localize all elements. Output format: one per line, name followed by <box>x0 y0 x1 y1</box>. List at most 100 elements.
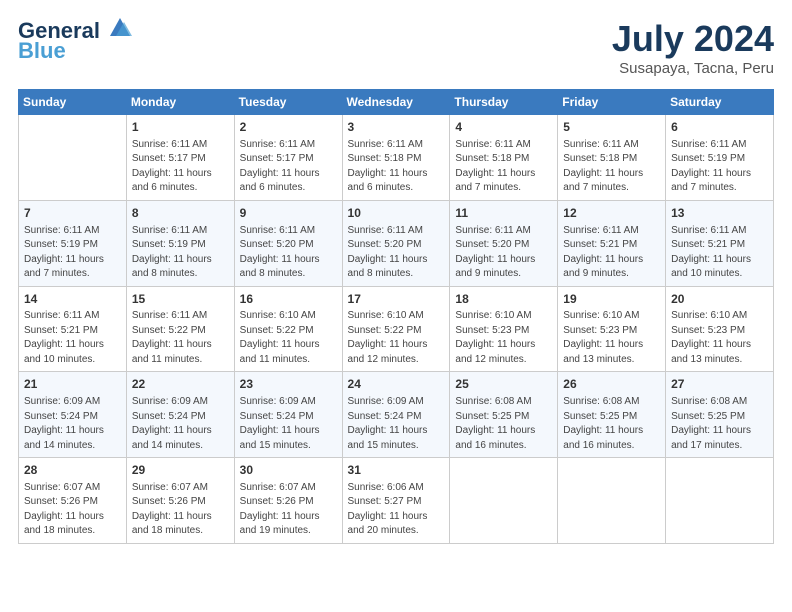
col-header-friday: Friday <box>558 90 666 115</box>
calendar-cell: 10Sunrise: 6:11 AMSunset: 5:20 PMDayligh… <box>342 200 450 286</box>
day-info: Sunrise: 6:11 AMSunset: 5:21 PMDaylight:… <box>563 224 660 282</box>
calendar-cell: 6Sunrise: 6:11 AMSunset: 5:19 PMDaylight… <box>666 115 774 201</box>
calendar-cell: 2 Sunrise: 6:11 AMSunset: 5:17 PMDaylight… <box>234 115 342 201</box>
day-info: Sunrise: 6:09 AMSunset: 5:24 PMDaylight:… <box>24 395 121 453</box>
day-info: Sunrise: 6:11 AMSunset: 5:21 PMDaylight:… <box>24 309 121 367</box>
day-info: Sunrise: 6:06 AMSunset: 5:27 PMDaylight:… <box>348 481 445 539</box>
day-info: Sunrise: 6:08 AMSunset: 5:25 PMDaylight:… <box>671 395 768 453</box>
day-number: 9 <box>240 205 337 222</box>
calendar-cell: 23 Sunrise: 6:09 AMSunset: 5:24 PMDayligh… <box>234 372 342 458</box>
day-number: 28 <box>24 462 121 479</box>
title-block: July 2024 Susapaya, Tacna, Peru <box>612 18 774 77</box>
col-header-thursday: Thursday <box>450 90 558 115</box>
calendar-cell: 5 Sunrise: 6:11 AMSunset: 5:18 PMDaylight… <box>558 115 666 201</box>
logo: General Blue <box>18 18 134 64</box>
day-info: Sunrise: 6:10 AMSunset: 5:23 PMDaylight:… <box>671 309 768 367</box>
day-number: 11 <box>455 205 552 222</box>
calendar-cell: 1 Sunrise: 6:11 AMSunset: 5:17 PMDaylight… <box>126 115 234 201</box>
day-info: Sunrise: 6:07 AMSunset: 5:26 PMDaylight:… <box>240 481 337 539</box>
day-info: Sunrise: 6:11 AMSunset: 5:18 PMDaylight:… <box>348 138 445 196</box>
day-number: 12 <box>563 205 660 222</box>
day-number: 13 <box>671 205 768 222</box>
day-number: 2 <box>240 119 337 136</box>
calendar-cell: 3 Sunrise: 6:11 AMSunset: 5:18 PMDaylight… <box>342 115 450 201</box>
calendar-cell: 7 Sunrise: 6:11 AMSunset: 5:19 PMDaylight… <box>19 200 127 286</box>
day-number: 30 <box>240 462 337 479</box>
day-number: 22 <box>132 376 229 393</box>
day-number: 20 <box>671 291 768 308</box>
day-number: 6 <box>671 119 768 136</box>
day-info: Sunrise: 6:08 AMSunset: 5:25 PMDaylight:… <box>455 395 552 453</box>
calendar-cell <box>558 458 666 544</box>
day-number: 3 <box>348 119 445 136</box>
day-info: Sunrise: 6:07 AMSunset: 5:26 PMDaylight:… <box>24 481 121 539</box>
calendar-cell: 26 Sunrise: 6:08 AMSunset: 5:25 PMDayligh… <box>558 372 666 458</box>
day-info: Sunrise: 6:09 AMSunset: 5:24 PMDaylight:… <box>240 395 337 453</box>
logo-icon <box>102 14 134 42</box>
calendar-cell: 30 Sunrise: 6:07 AMSunset: 5:26 PMDayligh… <box>234 458 342 544</box>
calendar-cell: 18Sunrise: 6:10 AMSunset: 5:23 PMDayligh… <box>450 286 558 372</box>
day-number: 26 <box>563 376 660 393</box>
day-number: 5 <box>563 119 660 136</box>
calendar-cell: 28 Sunrise: 6:07 AMSunset: 5:26 PMDayligh… <box>19 458 127 544</box>
day-number: 14 <box>24 291 121 308</box>
day-info: Sunrise: 6:11 AMSunset: 5:17 PMDaylight:… <box>132 138 229 196</box>
col-header-sunday: Sunday <box>19 90 127 115</box>
day-number: 18 <box>455 291 552 308</box>
calendar-cell: 27 Sunrise: 6:08 AMSunset: 5:25 PMDayligh… <box>666 372 774 458</box>
col-header-saturday: Saturday <box>666 90 774 115</box>
day-info: Sunrise: 6:10 AMSunset: 5:22 PMDaylight:… <box>240 309 337 367</box>
calendar-cell: 8Sunrise: 6:11 AMSunset: 5:19 PMDaylight… <box>126 200 234 286</box>
day-info: Sunrise: 6:10 AMSunset: 5:23 PMDaylight:… <box>563 309 660 367</box>
calendar-table: SundayMondayTuesdayWednesdayThursdayFrid… <box>18 89 774 544</box>
calendar-cell <box>666 458 774 544</box>
day-info: Sunrise: 6:10 AMSunset: 5:22 PMDaylight:… <box>348 309 445 367</box>
calendar-cell <box>19 115 127 201</box>
calendar-cell: 9 Sunrise: 6:11 AMSunset: 5:20 PMDaylight… <box>234 200 342 286</box>
day-info: Sunrise: 6:11 AMSunset: 5:18 PMDaylight:… <box>455 138 552 196</box>
day-info: Sunrise: 6:11 AMSunset: 5:20 PMDaylight:… <box>240 224 337 282</box>
calendar-cell: 13Sunrise: 6:11 AMSunset: 5:21 PMDayligh… <box>666 200 774 286</box>
day-number: 27 <box>671 376 768 393</box>
day-number: 31 <box>348 462 445 479</box>
day-number: 23 <box>240 376 337 393</box>
col-header-tuesday: Tuesday <box>234 90 342 115</box>
day-number: 7 <box>24 205 121 222</box>
day-info: Sunrise: 6:11 AMSunset: 5:17 PMDaylight:… <box>240 138 337 196</box>
location: Susapaya, Tacna, Peru <box>612 60 774 77</box>
day-number: 25 <box>455 376 552 393</box>
day-info: Sunrise: 6:11 AMSunset: 5:20 PMDaylight:… <box>455 224 552 282</box>
day-number: 15 <box>132 291 229 308</box>
calendar-cell: 20Sunrise: 6:10 AMSunset: 5:23 PMDayligh… <box>666 286 774 372</box>
day-number: 29 <box>132 462 229 479</box>
calendar-cell: 24 Sunrise: 6:09 AMSunset: 5:24 PMDayligh… <box>342 372 450 458</box>
day-info: Sunrise: 6:10 AMSunset: 5:23 PMDaylight:… <box>455 309 552 367</box>
day-info: Sunrise: 6:11 AMSunset: 5:18 PMDaylight:… <box>563 138 660 196</box>
day-info: Sunrise: 6:09 AMSunset: 5:24 PMDaylight:… <box>348 395 445 453</box>
page-header: General Blue July 2024 Susapaya, Tacna, … <box>18 18 774 77</box>
col-header-wednesday: Wednesday <box>342 90 450 115</box>
calendar-cell: 22 Sunrise: 6:09 AMSunset: 5:24 PMDayligh… <box>126 372 234 458</box>
calendar-cell: 21 Sunrise: 6:09 AMSunset: 5:24 PMDayligh… <box>19 372 127 458</box>
day-number: 21 <box>24 376 121 393</box>
calendar-cell: 17Sunrise: 6:10 AMSunset: 5:22 PMDayligh… <box>342 286 450 372</box>
day-number: 17 <box>348 291 445 308</box>
day-number: 24 <box>348 376 445 393</box>
day-number: 1 <box>132 119 229 136</box>
day-number: 10 <box>348 205 445 222</box>
month-title: July 2024 <box>612 18 774 60</box>
day-info: Sunrise: 6:08 AMSunset: 5:25 PMDaylight:… <box>563 395 660 453</box>
day-number: 4 <box>455 119 552 136</box>
day-info: Sunrise: 6:07 AMSunset: 5:26 PMDaylight:… <box>132 481 229 539</box>
calendar-cell: 14Sunrise: 6:11 AMSunset: 5:21 PMDayligh… <box>19 286 127 372</box>
calendar-cell: 16Sunrise: 6:10 AMSunset: 5:22 PMDayligh… <box>234 286 342 372</box>
day-info: Sunrise: 6:09 AMSunset: 5:24 PMDaylight:… <box>132 395 229 453</box>
calendar-cell: 12 Sunrise: 6:11 AMSunset: 5:21 PMDayligh… <box>558 200 666 286</box>
calendar-cell <box>450 458 558 544</box>
day-info: Sunrise: 6:11 AMSunset: 5:22 PMDaylight:… <box>132 309 229 367</box>
calendar-cell: 19Sunrise: 6:10 AMSunset: 5:23 PMDayligh… <box>558 286 666 372</box>
day-number: 8 <box>132 205 229 222</box>
calendar-cell: 15Sunrise: 6:11 AMSunset: 5:22 PMDayligh… <box>126 286 234 372</box>
calendar-cell: 25 Sunrise: 6:08 AMSunset: 5:25 PMDayligh… <box>450 372 558 458</box>
day-info: Sunrise: 6:11 AMSunset: 5:19 PMDaylight:… <box>24 224 121 282</box>
